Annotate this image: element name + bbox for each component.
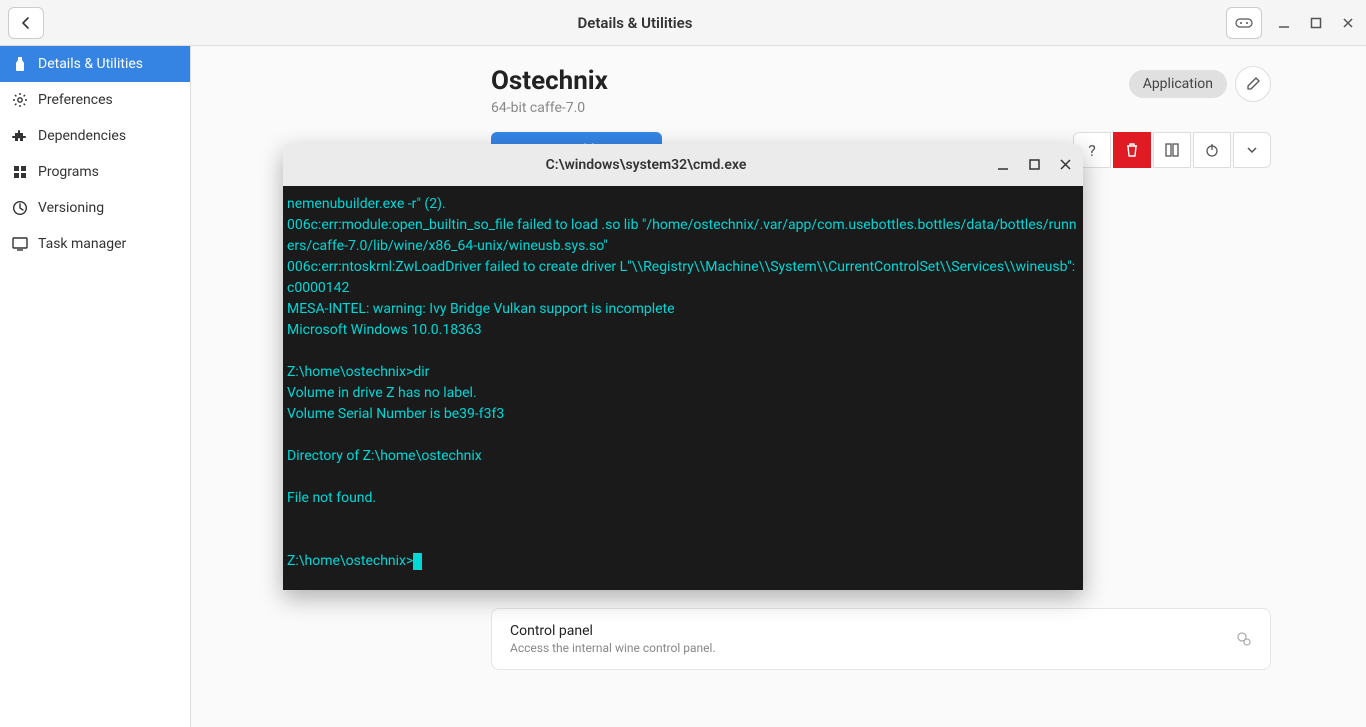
puzzle-icon (12, 128, 28, 144)
sidebar: Details & Utilities Preferences Dependen… (0, 46, 191, 727)
close-icon (1060, 159, 1071, 170)
power-icon (1205, 143, 1219, 157)
monitor-icon (12, 237, 28, 251)
sidebar-item-label: Task manager (38, 236, 126, 252)
terminal-minimize-button[interactable] (997, 159, 1009, 171)
terminal-output: nemenubuilder.exe -r" (2). 006c:err:modu… (287, 196, 1079, 569)
page-title: Ostechnix (491, 66, 1129, 96)
power-button[interactable] (1193, 132, 1231, 168)
sidebar-item-label: Programs (38, 164, 99, 180)
terminal-titlebar[interactable]: C:\windows\system32\cmd.exe (283, 144, 1083, 186)
back-button[interactable] (8, 7, 44, 39)
gamepad-icon (1235, 16, 1253, 30)
settings-icon (1236, 631, 1252, 647)
sidebar-item-dependencies[interactable]: Dependencies (0, 118, 190, 154)
app-header: Details & Utilities (0, 0, 1366, 46)
sidebar-item-label: Versioning (38, 200, 104, 216)
maximize-icon (1029, 159, 1040, 170)
grid-icon (12, 165, 28, 179)
control-panel-row[interactable]: Control panel Access the internal wine c… (492, 609, 1270, 669)
header-title: Details & Utilities (44, 14, 1226, 32)
maximize-icon (1310, 17, 1322, 29)
sidebar-item-taskmanager[interactable]: Task manager (0, 226, 190, 262)
sidebar-item-versioning[interactable]: Versioning (0, 190, 190, 226)
terminal-body[interactable]: nemenubuilder.exe -r" (2). 006c:err:modu… (283, 186, 1083, 590)
sidebar-item-programs[interactable]: Programs (0, 154, 190, 190)
utilities-card: Control panel Access the internal wine c… (491, 608, 1271, 670)
bottle-icon (12, 56, 28, 72)
sidebar-item-preferences[interactable]: Preferences (0, 82, 190, 118)
columns-icon (1165, 143, 1179, 157)
terminal-maximize-button[interactable] (1029, 159, 1040, 171)
sidebar-item-label: Dependencies (38, 128, 126, 144)
page-subtitle: 64-bit caffe-7.0 (491, 100, 1129, 116)
sidebar-item-details[interactable]: Details & Utilities (0, 46, 190, 82)
header-controls (1226, 7, 1358, 39)
sidebar-item-label: Preferences (38, 92, 113, 108)
terminal-cursor (413, 553, 422, 570)
trash-icon (1125, 142, 1139, 158)
pencil-icon (1246, 77, 1260, 91)
terminal-title: C:\windows\system32\cmd.exe (295, 157, 997, 173)
close-button[interactable] (1338, 13, 1358, 33)
gamepad-button[interactable] (1226, 7, 1262, 39)
chevron-down-icon (1247, 147, 1257, 153)
arrow-left-icon (18, 15, 34, 31)
question-icon: ? (1088, 141, 1096, 160)
close-icon (1342, 17, 1354, 29)
edit-button[interactable] (1235, 66, 1271, 102)
control-panel-title: Control panel (510, 623, 1236, 639)
maximize-button[interactable] (1306, 13, 1326, 33)
minimize-icon (1277, 16, 1291, 30)
control-panel-sub: Access the internal wine control panel. (510, 641, 1236, 655)
minimize-button[interactable] (1274, 13, 1294, 33)
terminal-window: C:\windows\system32\cmd.exe nemenubuilde… (283, 144, 1083, 590)
terminal-close-button[interactable] (1060, 159, 1071, 171)
more-button[interactable] (1233, 132, 1271, 168)
action-toolbar: ? (1073, 132, 1271, 168)
sidebar-item-label: Details & Utilities (38, 56, 143, 72)
app-type-badge: Application (1129, 70, 1227, 98)
minimize-icon (997, 159, 1009, 171)
delete-button[interactable] (1113, 132, 1151, 168)
layout-button[interactable] (1153, 132, 1191, 168)
gear-icon (12, 92, 28, 108)
clock-icon (12, 200, 28, 216)
